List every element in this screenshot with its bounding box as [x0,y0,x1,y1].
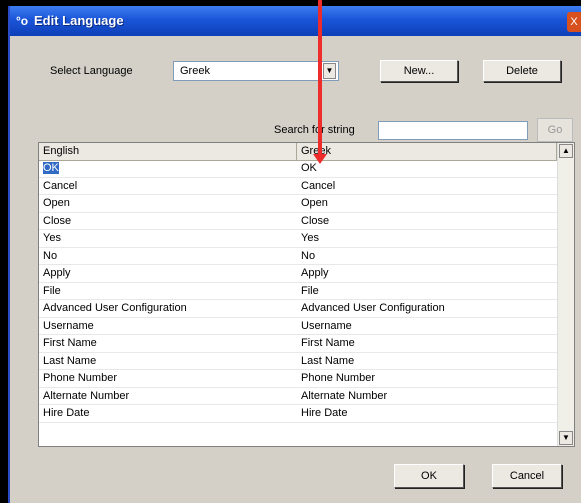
column-header-english[interactable]: English [39,143,297,160]
greek-cell[interactable]: First Name [297,335,559,352]
english-cell-text: First Name [43,337,97,349]
table-row[interactable]: Alternate Number Alternate Number [39,388,559,405]
english-cell-text: OK [43,162,59,174]
close-button[interactable]: X [567,12,581,32]
table-row[interactable]: Close Close [39,213,559,230]
ok-button[interactable]: OK [394,464,464,488]
english-cell[interactable]: Advanced User Configuration [39,300,293,317]
title-bar[interactable]: °o Edit Language X [10,6,581,36]
scroll-up-icon[interactable]: ▲ [559,144,573,158]
greek-cell[interactable]: Open [297,195,559,212]
english-cell[interactable]: Close [39,213,293,230]
go-button[interactable]: Go [537,118,573,142]
english-cell-text: Yes [43,232,61,244]
window-title: Edit Language [34,13,124,28]
table-row[interactable]: Last Name Last Name [39,353,559,370]
english-cell-text: Hire Date [43,407,90,419]
select-language-label: Select Language [50,65,133,77]
annotation-arrow [318,0,322,160]
greek-cell[interactable]: Phone Number [297,370,559,387]
table-row[interactable]: Yes Yes [39,230,557,248]
english-cell-text: No [43,249,58,262]
annotation-arrow-head [313,154,327,164]
english-cell[interactable]: OK [39,160,293,177]
table-row[interactable]: Phone Number Phone Number [39,370,557,388]
english-cell-text: Last Name [43,354,97,367]
greek-cell[interactable]: Advanced User Configuration [297,300,559,317]
english-cell[interactable]: Open [39,195,293,212]
english-cell[interactable]: Hire Date [39,405,293,422]
greek-cell[interactable]: No [297,248,559,265]
table-header: English Greek [39,143,557,161]
english-cell-text: Open [43,197,70,209]
english-cell[interactable]: Username [39,318,293,335]
column-header-greek[interactable]: Greek [297,143,557,160]
english-cell[interactable]: Yes [39,230,293,247]
english-cell-text: Alternate Number [43,389,130,402]
search-label: Search for string [274,124,355,136]
table-row[interactable]: Hire Date Hire Date [39,405,557,423]
greek-cell[interactable]: Yes [297,230,559,247]
english-cell[interactable]: File [39,283,293,300]
language-icon: °o [16,14,29,28]
chevron-down-icon[interactable]: ▼ [323,63,336,79]
greek-cell[interactable]: Apply [297,265,559,282]
delete-button[interactable]: Delete [483,60,561,82]
search-input[interactable] [378,121,528,140]
greek-cell[interactable]: Hire Date [297,405,559,422]
table-row[interactable]: No No [39,248,559,265]
greek-cell[interactable]: Alternate Number [297,388,559,405]
string-table: English Greek OK OK Cancel Cancel Open Open Cl… [38,142,575,447]
english-cell[interactable]: Alternate Number [39,388,293,405]
english-cell-text: Username [43,319,94,332]
english-cell-text: Phone Number [43,372,117,384]
english-cell[interactable]: Last Name [39,353,293,370]
greek-cell[interactable]: OK [297,160,559,177]
english-cell-text: Cancel [43,179,78,192]
english-cell[interactable]: Cancel [39,178,293,195]
new-button[interactable]: New... [380,60,458,82]
table-row[interactable]: Apply Apply [39,265,557,283]
greek-cell[interactable]: Cancel [297,178,559,195]
table-body: OK OK Cancel Cancel Open Open Close Close Yes Yes… [39,160,557,423]
english-cell-text: Close [43,214,72,227]
language-select-value: Greek [180,65,210,77]
edit-language-dialog: °o Edit Language X Select Language Greek… [8,6,581,503]
table-row[interactable]: File File [39,283,559,300]
english-cell[interactable]: Phone Number [39,370,293,387]
language-select[interactable]: Greek ▼ [173,61,339,81]
table-row[interactable]: Username Username [39,318,559,335]
vertical-scrollbar[interactable]: ▲ ▼ [557,143,574,446]
english-cell-text: Apply [43,267,71,279]
greek-cell[interactable]: File [297,283,559,300]
cancel-button[interactable]: Cancel [492,464,562,488]
table-row[interactable]: Open Open [39,195,557,213]
english-cell[interactable]: No [39,248,293,265]
english-cell[interactable]: Apply [39,265,293,282]
english-cell-text: Advanced User Configuration [43,302,187,314]
english-cell[interactable]: First Name [39,335,293,352]
table-row[interactable]: Cancel Cancel [39,178,559,195]
table-row[interactable]: OK OK [39,160,557,178]
scroll-down-icon[interactable]: ▼ [559,431,573,445]
table-row[interactable]: Advanced User Configuration Advanced User… [39,300,557,318]
greek-cell[interactable]: Close [297,213,559,230]
table-row[interactable]: First Name First Name [39,335,557,353]
greek-cell[interactable]: Username [297,318,559,335]
greek-cell[interactable]: Last Name [297,353,559,370]
english-cell-text: File [43,284,61,297]
